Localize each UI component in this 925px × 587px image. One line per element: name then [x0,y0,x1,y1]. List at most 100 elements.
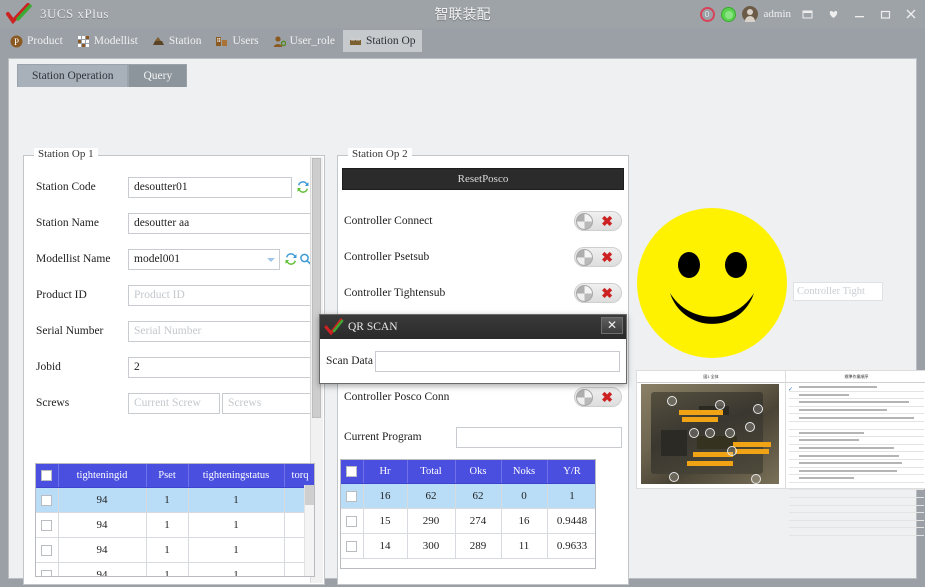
table-header-row: Hr Total Oks Noks Y/R [341,460,595,484]
restore-window-button[interactable] [797,4,817,24]
table-row[interactable]: 15 290 274 16 0.9448 [341,508,595,534]
menu-item-station[interactable]: Station [146,30,208,52]
row-checkbox-cell[interactable] [36,562,59,576]
table-row[interactable]: 16 62 62 0 1 [341,483,595,509]
notification-badge[interactable]: 0 [699,6,715,22]
table-row[interactable]: 94 1 1 [36,487,314,513]
list-item [789,468,924,476]
minimize-button[interactable] [849,4,869,24]
checkbox[interactable] [41,470,53,482]
row-checkbox-cell[interactable] [36,537,59,563]
refresh-icon[interactable] [284,252,298,266]
checkbox[interactable] [41,569,53,576]
table-scrollbar[interactable] [304,485,314,576]
checkbox[interactable] [346,490,358,502]
cell-total: 290 [407,508,456,534]
check-logo-icon [324,318,344,336]
cell-pset: 1 [146,537,189,563]
checkbox[interactable] [346,515,358,527]
station-op-icon [349,35,362,48]
column-header-torque[interactable]: torq [284,464,314,488]
station-code-input[interactable]: desoutter01 [128,176,292,198]
current-screw-input[interactable]: Current Screw [128,392,220,414]
user-name-label: admin [763,8,792,20]
field-label: Station Name [36,217,99,229]
table-row[interactable]: 94 1 1 [36,562,314,576]
select-all-header[interactable] [36,464,59,488]
select-all-header[interactable] [341,460,364,484]
checkbox[interactable] [41,519,53,531]
red-x-icon: ✖ [601,249,613,265]
column-header-oks[interactable]: Oks [455,460,502,484]
column-header-hr[interactable]: Hr [363,460,408,484]
column-header-total[interactable]: Total [407,460,456,484]
tightening-results-table[interactable]: tighteningid Pset tighteningstatus torq … [35,463,315,577]
close-button[interactable] [901,4,921,24]
menu-item-users[interactable]: Users [209,30,264,52]
row-checkbox-cell[interactable] [341,508,364,534]
serial-number-input[interactable]: Serial Number [128,320,312,342]
column-header-tighteningstatus[interactable]: tighteningstatus [188,464,285,488]
checkbox[interactable] [41,494,53,506]
controller-connect-toggle[interactable]: ✖ [574,211,622,231]
controller-tightensub-toggle[interactable]: ✖ [574,283,622,303]
list-item [789,528,924,536]
dialog-title: QR SCAN [348,321,398,333]
hourly-stats-table[interactable]: Hr Total Oks Noks Y/R 16 62 62 0 1 15 29… [340,459,596,569]
station-name-input[interactable]: desoutter aa [128,212,312,234]
screws-total-input[interactable]: Screws [222,392,312,414]
column-header-pset[interactable]: Pset [146,464,189,488]
product-id-input[interactable]: Product ID [128,284,312,306]
reset-posco-button[interactable]: ResetPosco [342,168,624,190]
work-instruction-panel[interactable]: 図1 全体 標準作業順序 ✓ [636,370,925,536]
menu-item-product[interactable]: P Product [4,30,69,52]
table-row[interactable]: 94 1 1 [36,512,314,538]
list-item [789,483,924,491]
controller-tight-input[interactable]: Controller Tight [793,282,883,301]
checkbox[interactable] [41,544,53,556]
tab-station-operation[interactable]: Station Operation [17,64,129,87]
row-checkbox-cell[interactable] [36,512,59,538]
refresh-icon[interactable] [296,180,310,194]
title-bar: 3UCS xPlus 智联装配 0 admin [0,0,925,28]
table-row[interactable]: 14 300 289 11 0.9633 [341,533,595,559]
menu-item-user-role[interactable]: User_role [267,30,341,52]
center-title-text: 智联装配 [434,6,491,22]
table-row[interactable]: 94 1 1 [36,537,314,563]
current-program-input[interactable] [456,426,622,448]
jobid-input[interactable]: 2 [128,356,312,378]
checkbox[interactable] [346,540,358,552]
pin-button[interactable] [823,4,843,24]
row-checkbox-cell[interactable] [341,533,364,559]
app-title: 3UCS xPlus [40,6,109,21]
list-item [789,430,924,438]
menu-item-station-op[interactable]: Station Op [343,30,422,52]
tab-query[interactable]: Query [128,64,188,87]
scrollbar-thumb[interactable] [305,485,314,505]
column-header-tighteningid[interactable]: tighteningid [58,464,147,488]
row-checkbox-cell[interactable] [341,483,364,509]
controller-posco-conn-toggle[interactable]: ✖ [574,387,622,407]
toggle-label: Controller Connect [344,215,433,227]
column-header-yr[interactable]: Y/R [547,460,595,484]
checkbox[interactable] [346,466,358,478]
field-label: Product ID [36,289,87,301]
menu-item-modellist[interactable]: Modellist [71,30,144,52]
scan-data-input[interactable] [374,350,620,372]
list-item [789,407,924,415]
row-checkbox-cell[interactable] [36,487,59,513]
maximize-button[interactable] [875,4,895,24]
column-header-noks[interactable]: Noks [501,460,548,484]
list-item [789,399,924,407]
avatar[interactable] [741,6,758,22]
cell-noks: 11 [501,533,548,559]
field-row-serial-number: Serial Number Serial Number [36,320,312,342]
users-icon [215,35,228,48]
controller-psetsub-toggle[interactable]: ✖ [574,247,622,267]
toggle-row-controller-posco-conn: Controller Posco Conn ✖ [344,386,622,408]
qr-scan-dialog[interactable]: QR SCAN ✕ Scan Data [319,314,627,384]
close-icon[interactable]: ✕ [601,317,623,334]
connection-status-icon[interactable] [720,6,736,22]
modellist-name-combo[interactable]: model001 [128,248,280,270]
modellist-icon [77,35,90,48]
